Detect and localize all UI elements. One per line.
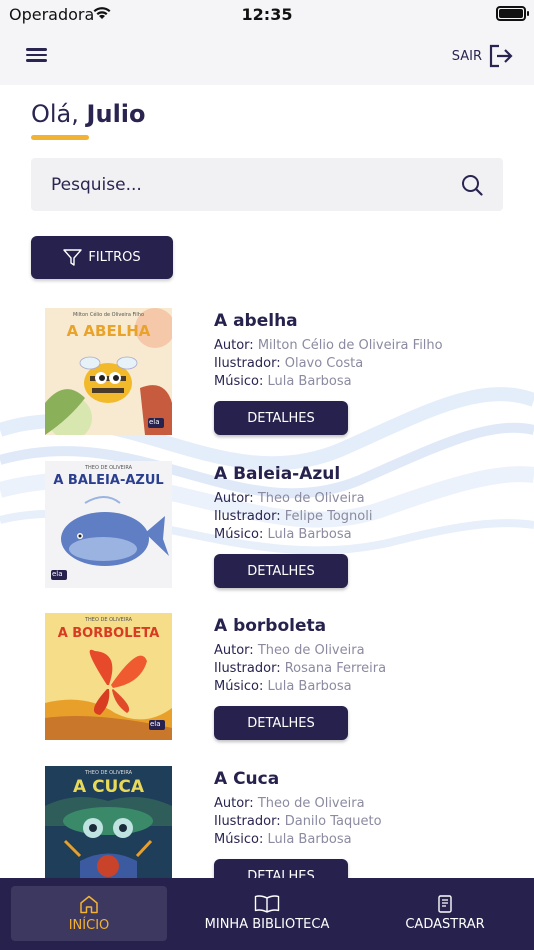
cover-author: THEO DE OLIVEIRA bbox=[84, 617, 133, 623]
search-input[interactable] bbox=[51, 158, 451, 211]
book-musician: Músico: Lula Barbosa bbox=[214, 832, 352, 847]
book-author: Autor: Theo de Oliveira bbox=[214, 796, 365, 811]
cover-author: THEO DE OLIVEIRA bbox=[84, 465, 133, 471]
details-button[interactable]: DETALHES bbox=[214, 706, 348, 740]
cover-author: Milton Célio de Oliveira Filho bbox=[72, 312, 145, 318]
cover-title: A BALEIA-AZUL bbox=[53, 473, 164, 488]
bottom-navigation: INÍCIO MINHA BIBLIOTECA CADASTRAR bbox=[0, 878, 534, 950]
search-icon[interactable] bbox=[461, 174, 483, 196]
book-author: Autor: Milton Célio de Oliveira Filho bbox=[214, 338, 443, 353]
book-cover[interactable]: Milton Célio de Oliveira Filho A ABELHA … bbox=[45, 308, 172, 435]
nav-label-library: MINHA BIBLIOTECA bbox=[204, 917, 330, 932]
document-icon bbox=[438, 895, 452, 913]
book-musician: Músico: Lula Barbosa bbox=[214, 679, 352, 694]
greeting-underline bbox=[31, 135, 89, 140]
app-bar: SAIR bbox=[0, 30, 534, 85]
greeting-prefix: Olá, bbox=[31, 100, 79, 128]
nav-label-home: INÍCIO bbox=[68, 917, 110, 933]
details-button[interactable]: DETALHES bbox=[214, 859, 348, 878]
book-musician: Músico: Lula Barbosa bbox=[214, 374, 352, 389]
logout-icon bbox=[489, 44, 513, 68]
cover-publisher: ela bbox=[150, 720, 161, 728]
nav-label-register: CADASTRAR bbox=[405, 917, 485, 932]
book-item: THEO DE OLIVEIRA A BORBOLETA ela A borbo… bbox=[0, 605, 534, 745]
book-item: THEO DE OLIVEIRA A BALEIA-AZUL ela A Bal… bbox=[0, 453, 534, 593]
cover-title: A ABELHA bbox=[66, 322, 151, 340]
book-open-icon bbox=[254, 895, 280, 913]
search-box bbox=[31, 158, 503, 211]
book-author: Autor: Theo de Oliveira bbox=[214, 643, 365, 658]
logout-label: SAIR bbox=[451, 48, 482, 64]
book-title: A Baleia-Azul bbox=[214, 464, 341, 484]
greeting: Olá, Julio bbox=[31, 100, 146, 128]
details-button[interactable]: DETALHES bbox=[214, 554, 348, 588]
nav-item-register[interactable]: CADASTRAR bbox=[367, 886, 523, 941]
cover-publisher: ela bbox=[52, 570, 63, 578]
book-illustrator: Ilustrador: Rosana Ferreira bbox=[214, 661, 387, 676]
filter-icon bbox=[63, 248, 83, 266]
battery-icon bbox=[496, 6, 529, 21]
logout-button[interactable]: SAIR bbox=[452, 42, 514, 70]
book-illustrator: Ilustrador: Danilo Taqueto bbox=[214, 814, 382, 829]
filters-label: FILTROS bbox=[88, 250, 141, 265]
clock: 12:35 bbox=[241, 5, 293, 24]
nav-item-home[interactable]: INÍCIO bbox=[11, 886, 167, 941]
book-cover[interactable]: THEO DE OLIVEIRA A BALEIA-AZUL ela bbox=[45, 461, 172, 588]
book-title: A abelha bbox=[214, 311, 298, 331]
status-bar: Operadora 12:35 bbox=[0, 0, 534, 30]
book-title: A Cuca bbox=[214, 769, 280, 789]
filters-button[interactable]: FILTROS bbox=[31, 236, 173, 279]
hamburger-menu-icon[interactable] bbox=[22, 44, 52, 68]
home-icon bbox=[80, 895, 98, 913]
book-illustrator: Ilustrador: Felipe Tognoli bbox=[214, 509, 373, 524]
user-name: Julio bbox=[86, 100, 146, 128]
cover-title: A CUCA bbox=[73, 777, 144, 797]
book-item: THEO DE OLIVEIRA A CUCA A Cuca Autor: Th… bbox=[0, 758, 534, 878]
book-author: Autor: Theo de Oliveira bbox=[214, 491, 365, 506]
nav-item-library[interactable]: MINHA BIBLIOTECA bbox=[189, 886, 345, 941]
book-cover[interactable]: THEO DE OLIVEIRA A CUCA bbox=[45, 766, 172, 878]
book-title: A borboleta bbox=[214, 616, 327, 636]
details-button[interactable]: DETALHES bbox=[214, 401, 348, 435]
book-illustrator: Ilustrador: Olavo Costa bbox=[214, 356, 364, 371]
book-item: Milton Célio de Oliveira Filho A ABELHA … bbox=[0, 300, 534, 440]
cover-title: A BORBOLETA bbox=[57, 626, 160, 641]
book-cover[interactable]: THEO DE OLIVEIRA A BORBOLETA ela bbox=[45, 613, 172, 740]
book-musician: Músico: Lula Barbosa bbox=[214, 527, 352, 542]
cover-publisher: ela bbox=[149, 418, 160, 426]
book-list: Milton Célio de Oliveira Filho A ABELHA … bbox=[0, 300, 534, 878]
cover-author: THEO DE OLIVEIRA bbox=[84, 770, 133, 776]
